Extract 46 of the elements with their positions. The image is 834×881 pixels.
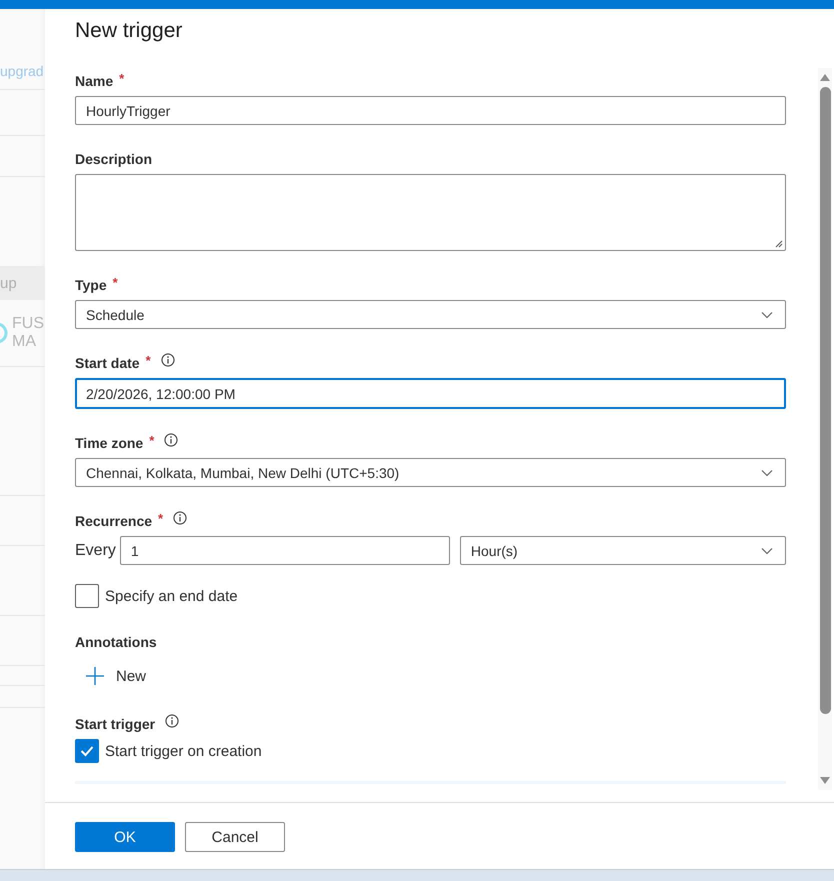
required-mark: *	[158, 511, 164, 526]
unit-dropdown[interactable]: Hour(s)	[460, 536, 786, 565]
field-label: Description	[75, 151, 152, 167]
required-mark: *	[149, 433, 154, 448]
field-label: Start trigger	[75, 716, 156, 732]
new-annotation-button[interactable]: New	[75, 662, 146, 690]
chevron-down-icon	[761, 310, 773, 318]
panel-title: New trigger	[75, 18, 184, 44]
text-field[interactable]: HourlyTrigger	[75, 96, 786, 125]
chevron-down-icon	[761, 468, 773, 476]
field-label: Name	[75, 73, 114, 89]
info-icon[interactable]	[160, 353, 175, 367]
checkbox-label[interactable]: Specify an end date	[105, 588, 238, 604]
field-label: Annotations	[75, 634, 157, 650]
scroll-thumb[interactable]	[820, 87, 830, 714]
check-icon	[80, 745, 94, 757]
dropdown[interactable]: Schedule	[75, 300, 786, 329]
field-label: Time zone	[75, 435, 144, 451]
required-mark: *	[112, 275, 118, 290]
checkbox-label[interactable]: Start trigger on creation	[105, 742, 262, 760]
chevron-down-icon	[760, 546, 773, 554]
scrollbar[interactable]	[818, 68, 832, 790]
required-mark: *	[146, 353, 151, 368]
info-icon[interactable]	[173, 511, 188, 525]
group-header: up	[0, 274, 17, 292]
item-name: MA	[12, 333, 37, 351]
dropdown[interactable]: Chennai, Kolkata, Mumbai, New Delhi (UTC+5:30)	[75, 458, 786, 487]
description-field[interactable]	[75, 174, 786, 251]
plus-icon	[85, 666, 105, 686]
item-name: FUS	[12, 315, 44, 333]
required-mark: *	[119, 71, 124, 86]
resize-grip-icon[interactable]	[775, 240, 783, 248]
every-label: Every	[75, 542, 116, 560]
ok-button[interactable]: OK	[75, 822, 175, 852]
field-label: Start date	[75, 355, 140, 371]
field-label: Type	[75, 277, 107, 293]
field-label: Recurrence	[75, 513, 152, 529]
checkbox[interactable]	[75, 739, 99, 763]
text-field[interactable]: 2/20/2026, 12:00:00 PM	[75, 378, 786, 409]
interval-field[interactable]: 1	[120, 536, 450, 565]
scroll-down-icon[interactable]	[819, 776, 831, 786]
cancel-button[interactable]: Cancel	[185, 822, 285, 852]
scroll-up-icon[interactable]	[819, 72, 831, 82]
info-icon[interactable]	[165, 714, 180, 728]
info-icon[interactable]	[164, 433, 178, 447]
checkbox[interactable]	[75, 584, 99, 608]
